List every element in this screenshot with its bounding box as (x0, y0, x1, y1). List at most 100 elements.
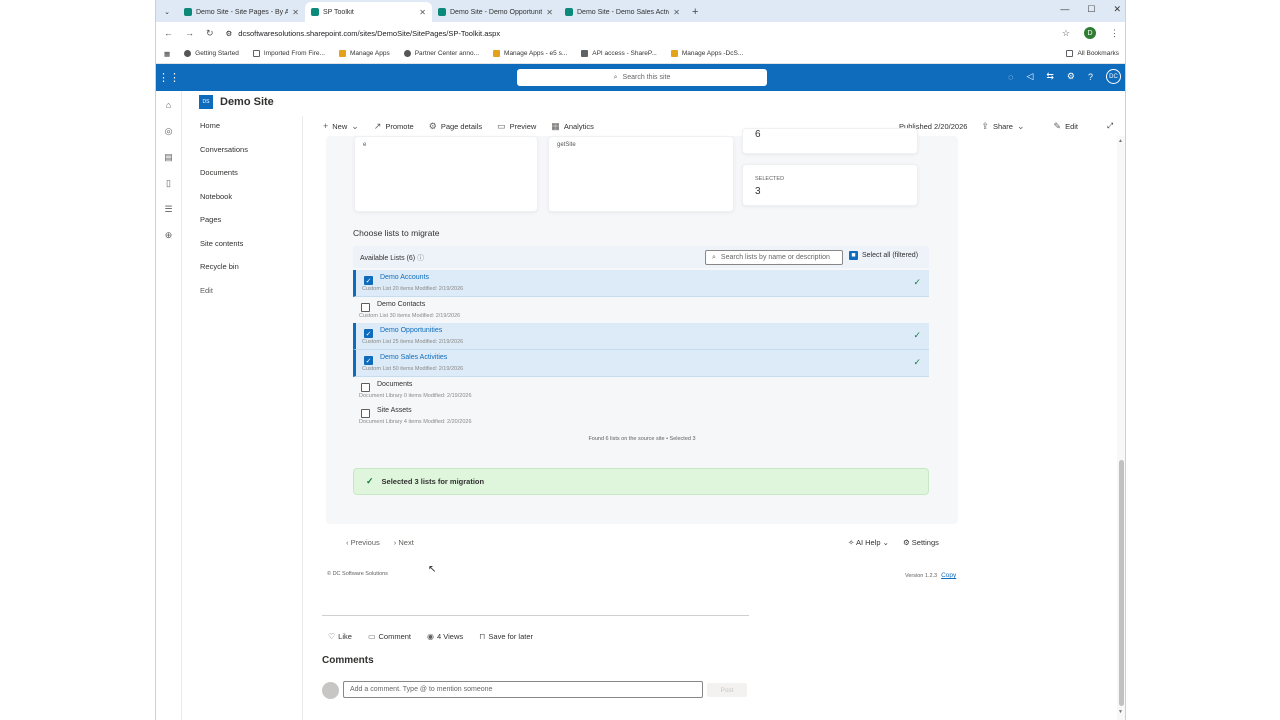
promote-button[interactable]: ↗ Promote (374, 121, 414, 132)
site-title[interactable]: Demo Site (220, 96, 274, 108)
nav-item-pages[interactable]: Pages (200, 210, 300, 234)
list-checkbox[interactable] (361, 302, 370, 312)
new-button[interactable]: + New ⌄ (323, 121, 359, 132)
site-logo[interactable]: DS (199, 95, 213, 109)
close-tab-icon[interactable]: ✕ (419, 8, 426, 17)
list-row[interactable]: Demo Contacts Custom List 30 items Modifi… (353, 297, 929, 324)
bookmark-item[interactable]: Manage Apps (338, 50, 390, 57)
list-checkbox[interactable] (361, 409, 370, 419)
scrollbar-thumb[interactable] (1119, 460, 1124, 706)
analytics-button[interactable]: ▦ Analytics (551, 121, 594, 132)
globe-icon[interactable]: ◎ (156, 126, 181, 143)
forward-icon[interactable]: → (185, 28, 194, 38)
files-icon[interactable]: ▯ (156, 178, 181, 195)
share-icon[interactable]: ⇆ (1046, 71, 1054, 82)
list-checkbox[interactable]: ✓ (364, 356, 373, 366)
post-button[interactable]: Post (707, 683, 747, 697)
browser-menu-icon[interactable]: ⋮ (1110, 28, 1119, 39)
reload-icon[interactable]: ↻ (206, 28, 214, 39)
list-meta: Document Library 4 items Modified: 2/20/… (359, 419, 472, 426)
list-row[interactable]: ✓ Demo Accounts Custom List 20 items Modif… (353, 270, 929, 297)
app-launcher-icon[interactable]: ⋮⋮ (156, 71, 182, 84)
list-checkbox[interactable]: ✓ (364, 276, 373, 285)
close-tab-icon[interactable]: ✕ (673, 8, 680, 17)
apps-grid-icon[interactable]: ▦ (164, 50, 170, 58)
select-all-checkbox[interactable]: ■ Select all (filtered) (849, 251, 918, 260)
nav-edit-link[interactable]: Edit (200, 281, 300, 305)
like-button[interactable]: ♡ Like (328, 632, 352, 641)
copilot-icon[interactable]: ◌ (1008, 72, 1013, 82)
info-icon[interactable]: ⓘ (417, 255, 424, 262)
bookmark-item[interactable]: API access - ShareP... (581, 50, 657, 57)
preview-button[interactable]: ▭ Preview (497, 121, 536, 132)
comment-button[interactable]: ▭ Comment (368, 632, 411, 641)
list-search-input[interactable]: ⌕ Search lists by name or description (705, 250, 843, 265)
nav-item-site-contents[interactable]: Site contents (200, 234, 300, 258)
list-toolbar: Available Lists (6) ⓘ ⌕ Search lists by n… (353, 246, 929, 268)
browser-tab[interactable]: Demo Site - Demo Sales Activi ✕ (559, 2, 686, 22)
previous-button[interactable]: ‹ Previous (346, 538, 380, 547)
url-field[interactable]: ⚙ dcsoftwaresolutions.sharepoint.com/site… (226, 25, 1050, 42)
back-icon[interactable]: ← (164, 28, 173, 38)
user-avatar[interactable]: DC (1106, 69, 1121, 84)
next-button[interactable]: › Next (394, 538, 414, 547)
new-tab-icon[interactable]: + (686, 2, 704, 22)
browser-tab-active[interactable]: SP Toolkit ✕ (305, 2, 432, 22)
comment-input[interactable]: Add a comment. Type @ to mention someone (343, 681, 703, 698)
maximize-icon[interactable]: ☐ (1087, 4, 1095, 15)
lists-icon[interactable]: ☰ (156, 204, 181, 221)
settings-icon[interactable]: ⚙ (1067, 71, 1075, 82)
bookmark-star-icon[interactable]: ☆ (1062, 28, 1070, 39)
site-info-icon[interactable]: ⚙ (226, 29, 233, 38)
site-search-input[interactable]: ⌕ Search this site (517, 69, 767, 86)
close-tab-icon[interactable]: ✕ (292, 8, 299, 17)
nav-item-home[interactable]: Home (200, 116, 300, 140)
edit-button[interactable]: ✎ Edit (1054, 121, 1078, 132)
mouse-cursor-icon: ↖ (428, 564, 437, 575)
nav-item-recycle-bin[interactable]: Recycle bin (200, 257, 300, 281)
help-bar: ✧ AI Help ⌄ ⚙ Settings (848, 538, 939, 547)
nav-item-notebook[interactable]: Notebook (200, 187, 300, 211)
tab-search-icon[interactable]: ⌄ (156, 2, 178, 22)
bookmark-item[interactable]: Manage Apps - e5 s... (493, 50, 567, 57)
list-row[interactable]: ✓ Demo Opportunities Custom List 25 items … (353, 323, 929, 351)
megaphone-icon[interactable]: ◁ (1026, 71, 1033, 82)
bookmark-item[interactable]: Partner Center anno... (403, 50, 479, 57)
list-row[interactable]: Documents Document Library 0 items Modifi… (353, 377, 929, 404)
create-icon[interactable]: ⊕ (156, 230, 181, 247)
pencil-icon: ✎ (1053, 120, 1062, 131)
thumbs-up-icon: ♡ (328, 632, 336, 641)
home-icon[interactable]: ⌂ (156, 100, 181, 117)
stat-value: 6 (755, 129, 761, 140)
help-icon[interactable]: ? (1088, 72, 1093, 82)
expand-icon[interactable]: ⤢ (1107, 121, 1113, 131)
list-checkbox[interactable]: ✓ (364, 329, 373, 339)
ai-help-button[interactable]: ✧ AI Help ⌄ (848, 538, 889, 547)
browser-tab[interactable]: Demo Site - Demo Opportuniti ✕ (432, 2, 559, 22)
save-for-later-button[interactable]: ⊓ Save for later (479, 632, 533, 641)
nav-item-documents[interactable]: Documents (200, 163, 300, 187)
minimize-icon[interactable]: — (1060, 4, 1069, 15)
card-text: getSite (557, 142, 576, 148)
close-window-icon[interactable]: ✕ (1113, 4, 1121, 15)
analytics-icon: ▦ (551, 120, 560, 131)
all-bookmarks[interactable]: All Bookmarks (1066, 50, 1119, 57)
close-tab-icon[interactable]: ✕ (546, 8, 553, 17)
news-icon[interactable]: ▤ (156, 152, 181, 169)
settings-button[interactable]: ⚙ Settings (903, 538, 939, 547)
list-checkbox[interactable] (361, 382, 370, 392)
scroll-up-icon[interactable]: ▲ (1118, 138, 1123, 144)
card-text: e (363, 142, 367, 148)
profile-avatar[interactable]: D (1084, 27, 1096, 39)
copy-link[interactable]: Copy (941, 572, 956, 579)
bookmark-item[interactable]: Getting Started (184, 50, 239, 57)
bookmark-item[interactable]: Manage Apps -DcS... (670, 50, 743, 57)
scroll-down-icon[interactable]: ▼ (1118, 709, 1123, 715)
browser-tab[interactable]: Demo Site - Site Pages - By Au ✕ (178, 2, 305, 22)
share-button[interactable]: ⇪ Share ⌄ (981, 121, 1024, 132)
list-row[interactable]: Site Assets Document Library 4 items Modi… (353, 403, 929, 430)
page-details-button[interactable]: ⚙ Page details (429, 121, 482, 132)
bookmark-folder[interactable]: Imported From Fire... (252, 50, 325, 57)
nav-item-conversations[interactable]: Conversations (200, 140, 300, 164)
list-row[interactable]: ✓ Demo Sales Activities Custom List 50 ite… (353, 350, 929, 377)
